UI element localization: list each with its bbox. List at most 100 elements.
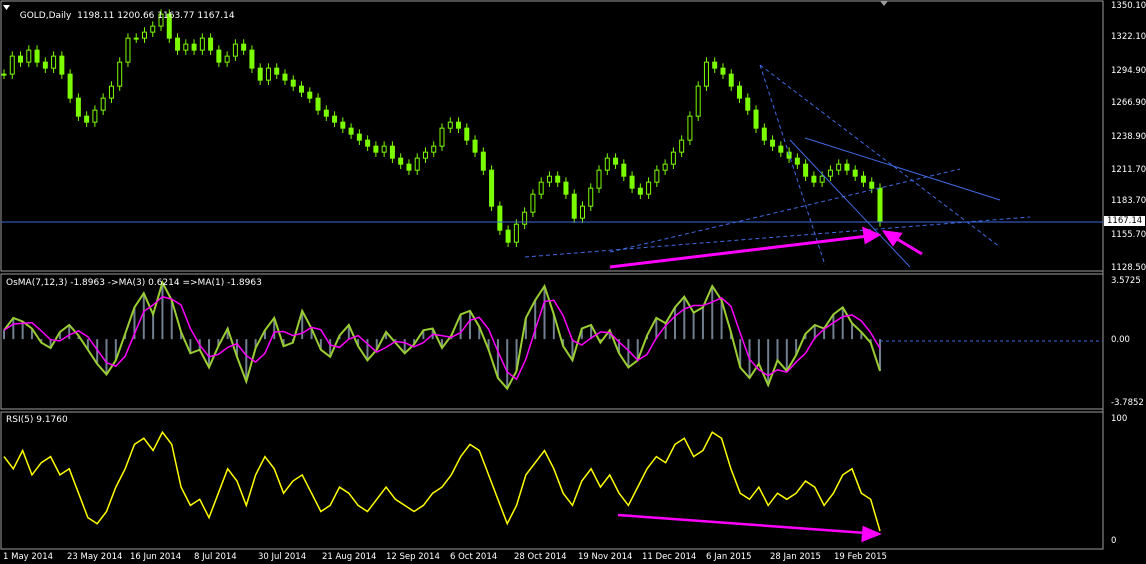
candle-body <box>108 85 114 99</box>
rsi-panel-title: RSI(5) 9.1760 <box>6 415 68 425</box>
candle-body <box>613 157 619 165</box>
candle-body <box>447 121 453 129</box>
date-label: 8 Jul 2014 <box>194 552 237 562</box>
candle-body <box>803 163 809 177</box>
date-label: 19 Nov 2014 <box>578 552 633 562</box>
price-panel-title: GOLD,Daily 1198.11 1200.66 1163.77 1167.… <box>14 1 235 21</box>
date-label: 6 Jan 2015 <box>706 552 752 562</box>
price-level: 1322.10 <box>1111 32 1146 42</box>
candle-body <box>753 109 759 129</box>
candle-body <box>356 133 362 141</box>
candle-body <box>662 163 668 171</box>
candle-body <box>745 97 751 111</box>
candle-body <box>299 85 305 93</box>
candle-body <box>489 169 495 207</box>
candle-body <box>579 205 585 219</box>
candle-body <box>290 79 296 87</box>
candle-body <box>282 73 288 81</box>
candle-body <box>811 175 817 183</box>
candle-body <box>464 127 470 141</box>
candle-body <box>34 49 40 63</box>
candle-body <box>497 205 503 231</box>
candle-body <box>431 145 437 153</box>
candle-body <box>728 73 734 87</box>
candle-body <box>530 193 536 213</box>
date-label: 16 Jun 2014 <box>130 552 182 562</box>
candle-body <box>770 139 776 147</box>
price-level: 1211.70 <box>1111 165 1146 175</box>
candle-body <box>373 145 379 153</box>
candle-body <box>175 37 181 51</box>
date-label: 28 Jan 2015 <box>770 552 821 562</box>
osma-level: 3.5725 <box>1111 276 1141 286</box>
candle-body <box>456 121 462 129</box>
candle-body <box>141 31 147 39</box>
candle-body <box>687 115 693 141</box>
osma-level: 0.00 <box>1111 335 1130 345</box>
candle-body <box>191 43 197 51</box>
candle-body <box>852 169 858 177</box>
candle-body <box>778 145 784 153</box>
candle-body <box>249 49 255 69</box>
candle-body <box>513 223 519 243</box>
candle-body <box>869 181 875 189</box>
price-level: 1266.90 <box>1111 98 1146 108</box>
candle-body <box>150 25 156 33</box>
candle-body <box>398 157 404 165</box>
candle-body <box>340 121 346 129</box>
osma-level: -3.7852 <box>1111 398 1144 408</box>
candle-body <box>695 85 701 117</box>
candle-body <box>538 181 544 195</box>
candle-body <box>232 43 238 57</box>
candle-body <box>9 55 15 75</box>
candle-body <box>505 229 511 243</box>
candle-body <box>59 55 65 75</box>
candle-body <box>241 43 247 51</box>
current-price-label: 1167.14 <box>1104 216 1146 226</box>
candle-body <box>844 163 850 171</box>
candle-body <box>439 127 445 147</box>
candle-body <box>571 193 577 219</box>
candle-body <box>315 97 321 111</box>
candle-body <box>596 169 602 189</box>
candle-body <box>836 163 842 171</box>
candle-body <box>646 181 652 195</box>
date-label: 30 Jul 2014 <box>258 552 307 562</box>
candle-body <box>365 139 371 147</box>
price-level: 1155.70 <box>1111 230 1146 240</box>
date-label: 21 Aug 2014 <box>322 552 377 562</box>
candle-body <box>604 157 610 171</box>
candle-body <box>348 127 354 135</box>
price-level: 1294.90 <box>1111 66 1146 76</box>
price-level: 1238.90 <box>1111 132 1146 142</box>
candle-body <box>472 139 478 153</box>
candle-body <box>125 37 131 63</box>
candle-body <box>827 169 833 177</box>
price-level: 1350.10 <box>1111 1 1146 11</box>
candle-body <box>720 67 726 75</box>
candle-body <box>92 109 98 123</box>
candle-body <box>224 55 230 63</box>
candle-body <box>546 175 552 183</box>
date-label: 12 Sep 2014 <box>386 552 440 562</box>
candle-body <box>637 187 643 195</box>
candle-body <box>422 151 428 159</box>
candle-body <box>332 115 338 123</box>
date-label: 19 Feb 2015 <box>834 552 887 562</box>
price-level: 1128.50 <box>1111 263 1146 273</box>
candle-body <box>208 37 214 51</box>
price-symbol: GOLD,Daily <box>19 11 72 21</box>
candle-body <box>42 61 48 69</box>
candle-body <box>654 169 660 183</box>
candle-body <box>563 181 569 195</box>
date-label: 23 May 2014 <box>67 552 123 562</box>
osma-panel-title: OsMA(7,12,3) -1.8963 ->MA(3) 0.6214 =>MA… <box>6 278 262 288</box>
candle-body <box>51 55 57 69</box>
candle-body <box>877 187 883 223</box>
candle-body <box>703 61 709 87</box>
candle-body <box>257 67 263 81</box>
candle-body <box>761 127 767 141</box>
rsi-level: 0 <box>1111 536 1117 546</box>
candle-body <box>67 73 73 99</box>
candle-body <box>265 67 271 81</box>
